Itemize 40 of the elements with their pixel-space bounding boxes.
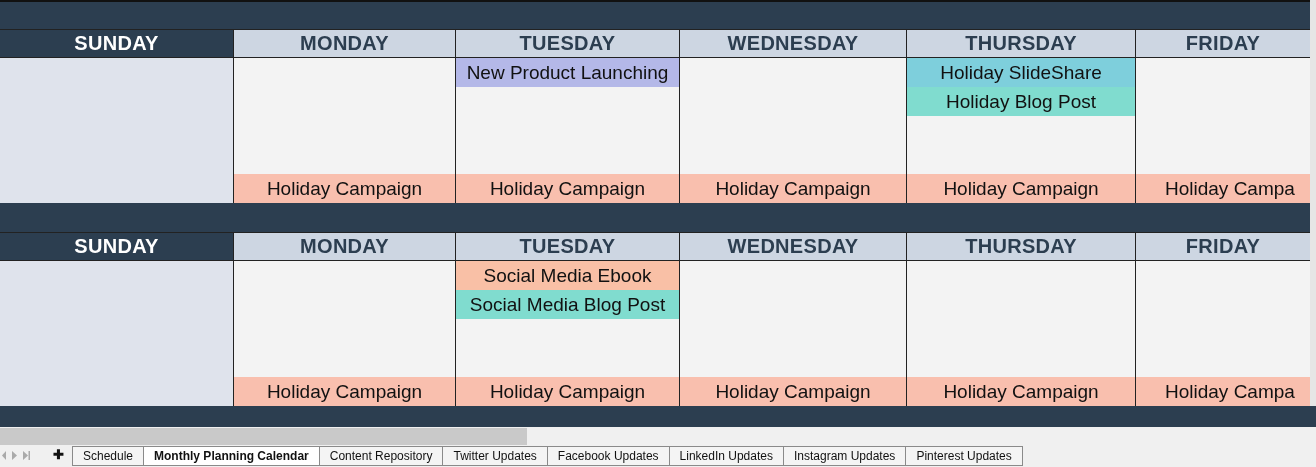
event-label: Social Media Blog Post xyxy=(456,290,679,319)
event-label: New Product Launching xyxy=(456,58,679,87)
sheet-tab[interactable]: Twitter Updates xyxy=(443,447,548,466)
sheet-tab[interactable]: Pinterest Updates xyxy=(906,447,1023,466)
last-sheet-icon[interactable] xyxy=(23,450,30,460)
next-sheet-icon[interactable] xyxy=(12,450,17,460)
day-heading: SUNDAY xyxy=(0,232,234,261)
campaign-banner: Holiday Campaign xyxy=(456,174,679,203)
event-label: Holiday SlideShare xyxy=(907,58,1135,87)
campaign-banner: Holiday Campaign xyxy=(680,174,906,203)
day-heading: FRIDAY xyxy=(1136,29,1310,58)
day-heading: WEDNESDAY xyxy=(680,29,907,58)
campaign-banner: Holiday Campa xyxy=(1136,377,1310,406)
campaign-banner: Holiday Campaign xyxy=(907,377,1135,406)
sheet-tab[interactable]: Content Repository xyxy=(319,447,444,466)
day-heading: FRIDAY xyxy=(1136,232,1310,261)
sheet-tab[interactable]: Monthly Planning Calendar xyxy=(144,447,320,466)
event-label: Holiday Blog Post xyxy=(907,87,1135,116)
sheet-tab[interactable]: LinkedIn Updates xyxy=(669,447,784,466)
day-heading: THURSDAY xyxy=(907,232,1136,261)
day-heading: WEDNESDAY xyxy=(680,232,907,261)
scrollbar-thumb[interactable] xyxy=(0,428,527,445)
day-heading: SUNDAY xyxy=(0,29,234,58)
day-heading: THURSDAY xyxy=(907,29,1136,58)
campaign-banner: Holiday Campaign xyxy=(456,377,679,406)
add-sheet-button[interactable]: ✚ xyxy=(44,446,72,464)
event-label: Social Media Ebook xyxy=(456,261,679,290)
campaign-banner: Holiday Campaign xyxy=(680,377,906,406)
campaign-banner: Holiday Campaign xyxy=(907,174,1135,203)
day-heading: MONDAY xyxy=(234,29,456,58)
day-heading: TUESDAY xyxy=(456,232,680,261)
day-heading: MONDAY xyxy=(234,232,456,261)
day-heading: TUESDAY xyxy=(456,29,680,58)
campaign-banner: Holiday Campaign xyxy=(234,174,455,203)
sheet-tab[interactable]: Schedule xyxy=(72,447,145,466)
campaign-banner: Holiday Campa xyxy=(1136,174,1310,203)
sheet-tab[interactable]: Instagram Updates xyxy=(784,447,907,466)
first-sheet-icon[interactable] xyxy=(2,450,6,460)
campaign-banner: Holiday Campaign xyxy=(234,377,455,406)
sheet-tab[interactable]: Facebook Updates xyxy=(547,447,670,466)
